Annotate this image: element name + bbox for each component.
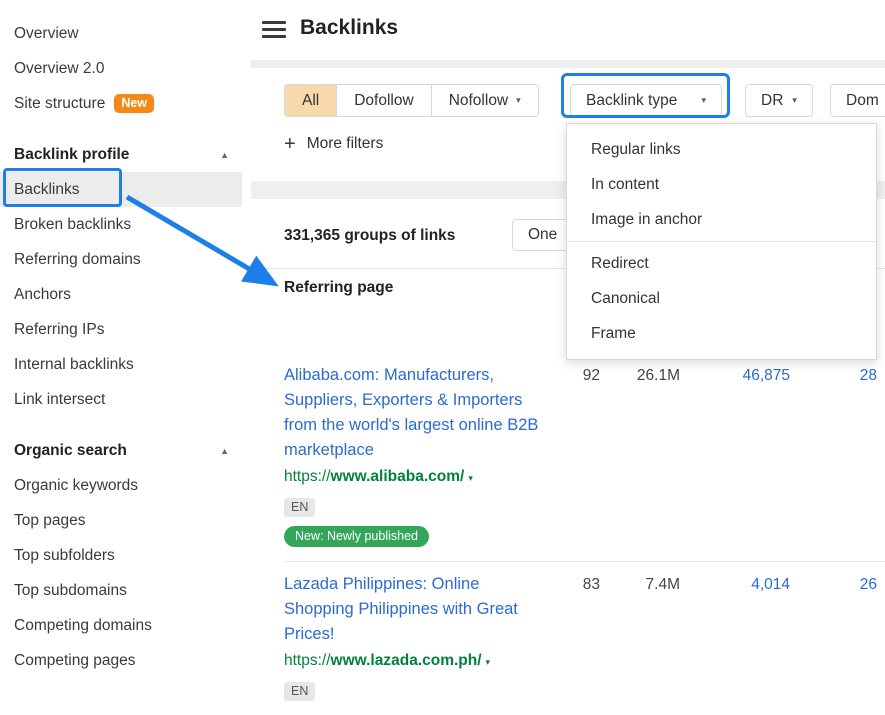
collapse-icon: ▲ — [220, 150, 229, 160]
plus-icon: + — [284, 134, 296, 154]
referring-page-url[interactable]: https://www.lazada.com.ph/▾ — [284, 652, 552, 670]
metric-link[interactable]: 26 — [790, 572, 877, 701]
top-bar: Backlinks — [251, 0, 885, 60]
results-count: 331,365 groups of links — [284, 227, 455, 245]
referring-page-url[interactable]: https://www.alibaba.com/▾ — [284, 468, 552, 486]
page-title: Backlinks — [300, 16, 398, 40]
menu-item-in-content[interactable]: In content — [567, 167, 876, 202]
chevron-down-icon[interactable]: ▾ — [468, 473, 473, 483]
metric-value: 26.1M — [600, 363, 680, 547]
sidebar-item-top-subfolders[interactable]: Top subfolders — [0, 538, 251, 573]
sidebar-item-organic-keywords[interactable]: Organic keywords — [0, 468, 251, 503]
domain-filter-button[interactable]: Dom — [830, 84, 885, 117]
sidebar-item-top-pages[interactable]: Top pages — [0, 503, 251, 538]
sidebar-section-backlink-profile[interactable]: Backlink profile ▲ — [0, 137, 251, 172]
chevron-down-icon[interactable]: ▾ — [486, 657, 491, 667]
filter-dofollow-button[interactable]: Dofollow — [337, 84, 431, 117]
chevron-down-icon: ▾ — [701, 95, 706, 106]
dr-filter-button[interactable]: DR ▾ — [745, 84, 813, 117]
menu-item-regular-links[interactable]: Regular links — [567, 132, 876, 167]
sidebar-item-link-intersect[interactable]: Link intersect — [0, 382, 251, 417]
sidebar-item-competing-domains[interactable]: Competing domains — [0, 608, 251, 643]
menu-item-redirect[interactable]: Redirect — [567, 246, 876, 281]
metric-link[interactable]: 4,014 — [680, 572, 790, 701]
backlink-type-dropdown-menu: Regular links In content Image in anchor… — [566, 123, 877, 360]
follow-filter-group: All Dofollow Nofollow ▾ — [284, 84, 539, 117]
menu-item-canonical[interactable]: Canonical — [567, 281, 876, 316]
metric-value: 7.4M — [600, 572, 680, 701]
menu-item-frame[interactable]: Frame — [567, 316, 876, 351]
sidebar-item-referring-ips[interactable]: Referring IPs — [0, 312, 251, 347]
more-filters-button[interactable]: + More filters — [284, 134, 383, 154]
menu-item-image-in-anchor[interactable]: Image in anchor — [567, 202, 876, 237]
backlinks-table: Alibaba.com: Manufacturers, Suppliers, E… — [284, 337, 885, 715]
collapse-icon: ▲ — [220, 446, 229, 456]
sidebar-item-top-subdomains[interactable]: Top subdomains — [0, 573, 251, 608]
sidebar: Overview Overview 2.0 Site structure New… — [0, 0, 251, 684]
new-badge: New — [114, 94, 154, 113]
table-row: Alibaba.com: Manufacturers, Suppliers, E… — [284, 337, 885, 562]
language-badge: EN — [284, 498, 315, 517]
metric-value: 92 — [552, 363, 600, 547]
sidebar-item-overview[interactable]: Overview — [0, 16, 251, 51]
sidebar-item-anchors[interactable]: Anchors — [0, 277, 251, 312]
filter-all-button[interactable]: All — [284, 84, 337, 117]
referring-page-link[interactable]: Alibaba.com: Manufacturers, Suppliers, E… — [284, 363, 552, 463]
sidebar-item-site-structure[interactable]: Site structure New — [0, 86, 251, 121]
language-badge: EN — [284, 682, 315, 701]
filter-nofollow-button[interactable]: Nofollow ▾ — [432, 84, 539, 117]
sidebar-item-broken-backlinks[interactable]: Broken backlinks — [0, 207, 251, 242]
sidebar-item-referring-domains[interactable]: Referring domains — [0, 242, 251, 277]
chevron-down-icon: ▾ — [516, 95, 521, 106]
backlink-type-button[interactable]: Backlink type ▾ — [570, 84, 722, 117]
metric-value: 83 — [552, 572, 600, 701]
metric-link[interactable]: 46,875 — [680, 363, 790, 547]
referring-page-link[interactable]: Lazada Philippines: Online Shopping Phil… — [284, 572, 552, 647]
metric-link[interactable]: 28 — [790, 363, 877, 547]
menu-icon[interactable] — [262, 21, 286, 42]
sidebar-item-competing-pages[interactable]: Competing pages — [0, 643, 251, 678]
table-row: Lazada Philippines: Online Shopping Phil… — [284, 562, 885, 715]
sidebar-item-backlinks[interactable]: Backlinks — [0, 172, 242, 207]
sidebar-item-internal-backlinks[interactable]: Internal backlinks — [0, 347, 251, 382]
sidebar-item-overview-2[interactable]: Overview 2.0 — [0, 51, 251, 86]
column-header-referring-page[interactable]: Referring page — [284, 279, 393, 297]
status-badge: New: Newly published — [284, 526, 429, 547]
chevron-down-icon: ▾ — [792, 95, 797, 106]
sidebar-section-organic-search[interactable]: Organic search ▲ — [0, 433, 251, 468]
menu-divider — [567, 241, 876, 242]
